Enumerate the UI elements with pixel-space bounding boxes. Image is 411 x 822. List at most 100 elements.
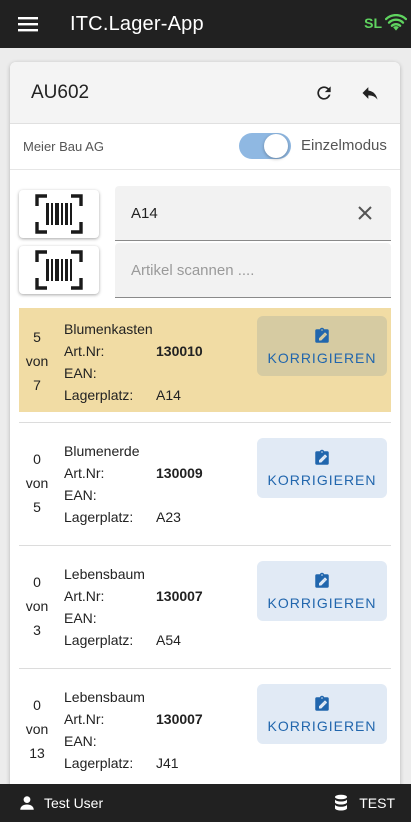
item-quantity: 0 von 5 (19, 447, 55, 519)
qty-total: 5 (33, 499, 41, 515)
app-bar: ITC.Lager-App SL (0, 0, 411, 48)
item-divider (19, 422, 391, 423)
environment-info[interactable]: TEST (333, 794, 395, 812)
back-button[interactable] (358, 81, 382, 105)
qty-total: 7 (33, 377, 41, 393)
qty-total: 13 (29, 745, 45, 761)
order-card: AU602 Meier Bau AG Einzelmodus A14 Artik… (10, 62, 400, 792)
item-info: Lebensbaum Art.Nr: 130007 EAN: Lagerplatz… (64, 686, 203, 774)
korrigieren-button[interactable]: KORRIGIEREN (257, 684, 387, 744)
toggle-knob (264, 134, 288, 158)
list-item[interactable]: 0 von 5 Blumenerde Art.Nr: 130009 EAN: La… (19, 430, 391, 534)
item-name: Blumenerde (64, 443, 140, 459)
scan-location-button[interactable] (19, 190, 99, 238)
user-info[interactable]: Test User (18, 794, 103, 812)
refresh-button[interactable] (312, 81, 336, 105)
lagerplatz-label: Lagerplatz: (64, 387, 134, 403)
qty-von: von (25, 721, 49, 737)
item-name: Blumenkasten (64, 321, 153, 337)
item-name: Lebensbaum (64, 689, 145, 705)
qty-von: von (25, 475, 49, 491)
ean-label: EAN: (64, 733, 97, 749)
korrigieren-label: KORRIGIEREN (267, 718, 377, 734)
clipboard-edit-icon (315, 327, 329, 343)
korrigieren-label: KORRIGIEREN (267, 595, 377, 611)
qty-done: 5 (33, 329, 41, 345)
wifi-icon (385, 14, 407, 31)
location-value: A14 (131, 205, 158, 222)
lagerplatz-value: A54 (156, 632, 181, 648)
ean-label: EAN: (64, 365, 97, 381)
item-divider (19, 668, 391, 669)
item-quantity: 0 von 13 (19, 693, 55, 765)
status-label: SL (364, 15, 382, 31)
item-name: Lebensbaum (64, 566, 145, 582)
ean-label: EAN: (64, 487, 97, 503)
item-quantity: 5 von 7 (19, 325, 55, 397)
bottom-bar: Test User TEST (0, 784, 411, 822)
lagerplatz-label: Lagerplatz: (64, 755, 134, 771)
artnr-value: 130007 (156, 711, 203, 727)
artnr-value: 130009 (156, 465, 203, 481)
environment-label: TEST (359, 795, 395, 811)
list-item[interactable]: 0 von 13 Lebensbaum Art.Nr: 130007 EAN: L… (19, 676, 391, 780)
list-item[interactable]: 5 von 7 Blumenkasten Art.Nr: 130010 EAN: … (19, 308, 391, 412)
korrigieren-label: KORRIGIEREN (267, 472, 377, 488)
refresh-icon (317, 86, 331, 100)
lagerplatz-value: J41 (156, 755, 179, 771)
clear-location-button[interactable] (357, 205, 373, 221)
item-info: Lebensbaum Art.Nr: 130007 EAN: Lagerplatz… (64, 563, 203, 651)
korrigieren-button[interactable]: KORRIGIEREN (257, 438, 387, 498)
qty-von: von (25, 598, 49, 614)
clipboard-edit-icon (315, 449, 329, 465)
single-mode-toggle[interactable] (239, 131, 291, 161)
qty-von: von (25, 353, 49, 369)
database-icon (335, 794, 348, 811)
customer-name: Meier Bau AG (23, 139, 104, 154)
item-quantity: 0 von 3 (19, 570, 55, 642)
scan-area: A14 Artikel scannen .... (10, 170, 400, 310)
barcode-scan-icon (35, 250, 83, 290)
ean-label: EAN: (64, 610, 97, 626)
artnr-label: Art.Nr: (64, 465, 105, 481)
barcode-scan-icon (35, 194, 83, 234)
korrigieren-button[interactable]: KORRIGIEREN (257, 316, 387, 376)
order-header: AU602 (10, 62, 400, 124)
lagerplatz-value: A23 (156, 509, 181, 525)
clipboard-edit-icon (315, 572, 329, 588)
qty-done: 0 (33, 574, 41, 590)
lagerplatz-value: A14 (156, 387, 181, 403)
customer-row: Meier Bau AG Einzelmodus (10, 124, 400, 170)
qty-done: 0 (33, 451, 41, 467)
hamburger-menu-icon (18, 17, 38, 32)
artnr-label: Art.Nr: (64, 711, 105, 727)
korrigieren-label: KORRIGIEREN (267, 350, 377, 366)
connection-status: SL (364, 14, 407, 32)
artnr-value: 130007 (156, 588, 203, 604)
qty-total: 3 (33, 622, 41, 638)
menu-button[interactable] (0, 0, 56, 48)
single-mode-label: Einzelmodus (301, 137, 387, 154)
item-info: Blumenerde Art.Nr: 130009 EAN: Lagerplatz… (64, 440, 203, 528)
article-scan-field[interactable]: Artikel scannen .... (115, 243, 391, 298)
list-item[interactable]: 0 von 3 Lebensbaum Art.Nr: 130007 EAN: La… (19, 553, 391, 657)
item-divider (19, 545, 391, 546)
artnr-label: Art.Nr: (64, 588, 105, 604)
close-icon (358, 206, 372, 220)
clipboard-edit-icon (315, 695, 329, 711)
korrigieren-button[interactable]: KORRIGIEREN (257, 561, 387, 621)
scan-article-button[interactable] (19, 246, 99, 294)
qty-done: 0 (33, 697, 41, 713)
lagerplatz-label: Lagerplatz: (64, 632, 134, 648)
reply-arrow-icon (362, 87, 378, 100)
location-field[interactable]: A14 (115, 186, 391, 241)
app-title: ITC.Lager-App (70, 12, 204, 35)
artnr-label: Art.Nr: (64, 343, 105, 359)
user-icon (20, 796, 34, 810)
article-scan-placeholder: Artikel scannen .... (131, 262, 255, 279)
lagerplatz-label: Lagerplatz: (64, 509, 134, 525)
item-info: Blumenkasten Art.Nr: 130010 EAN: Lagerpla… (64, 318, 203, 406)
order-number: AU602 (31, 81, 90, 103)
user-name: Test User (44, 795, 104, 811)
artnr-value: 130010 (156, 343, 203, 359)
